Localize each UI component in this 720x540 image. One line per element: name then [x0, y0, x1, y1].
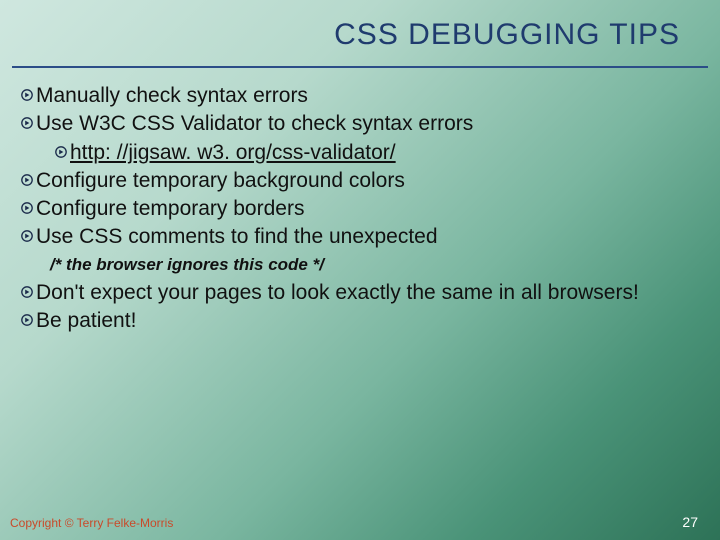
- bullet-icon: [52, 139, 70, 158]
- bullet-icon: [18, 223, 36, 242]
- bullet-item: Use W3C CSS Validator to check syntax er…: [18, 110, 708, 137]
- sub-bullet-item: http: //jigsaw. w3. org/css-validator/: [18, 139, 708, 166]
- bullet-item: Configure temporary background colors: [18, 167, 708, 194]
- bullet-item: Configure temporary borders: [18, 195, 708, 222]
- bullet-icon: [18, 307, 36, 326]
- slide: CSS DEBUGGING TIPS Manually check syntax…: [0, 0, 720, 540]
- bullet-icon: [18, 110, 36, 129]
- bullet-icon: [18, 195, 36, 214]
- copyright-text: Copyright © Terry Felke-Morris: [10, 516, 173, 530]
- bullet-text: Use W3C CSS Validator to check syntax er…: [36, 110, 708, 137]
- slide-title: CSS DEBUGGING TIPS: [12, 14, 708, 68]
- bullet-item: Manually check syntax errors: [18, 82, 708, 109]
- bullet-item: Be patient!: [18, 307, 708, 334]
- bullet-text: Manually check syntax errors: [36, 82, 708, 109]
- bullet-icon: [18, 279, 36, 298]
- bullet-text: Configure temporary background colors: [36, 167, 708, 194]
- bullet-item: Use CSS comments to find the unexpected: [18, 223, 708, 250]
- bullet-text: Don't expect your pages to look exactly …: [36, 279, 708, 306]
- page-number: 27: [682, 514, 698, 530]
- bullet-icon: [18, 167, 36, 186]
- bullet-text: Be patient!: [36, 307, 708, 334]
- code-comment: /* the browser ignores this code */: [18, 254, 708, 276]
- link-text[interactable]: http: //jigsaw. w3. org/css-validator/: [70, 139, 708, 166]
- bullet-item: Don't expect your pages to look exactly …: [18, 279, 708, 306]
- bullet-text: Configure temporary borders: [36, 195, 708, 222]
- bullet-text: Use CSS comments to find the unexpected: [36, 223, 708, 250]
- bullet-icon: [18, 82, 36, 101]
- slide-body: Manually check syntax errors Use W3C CSS…: [12, 82, 708, 334]
